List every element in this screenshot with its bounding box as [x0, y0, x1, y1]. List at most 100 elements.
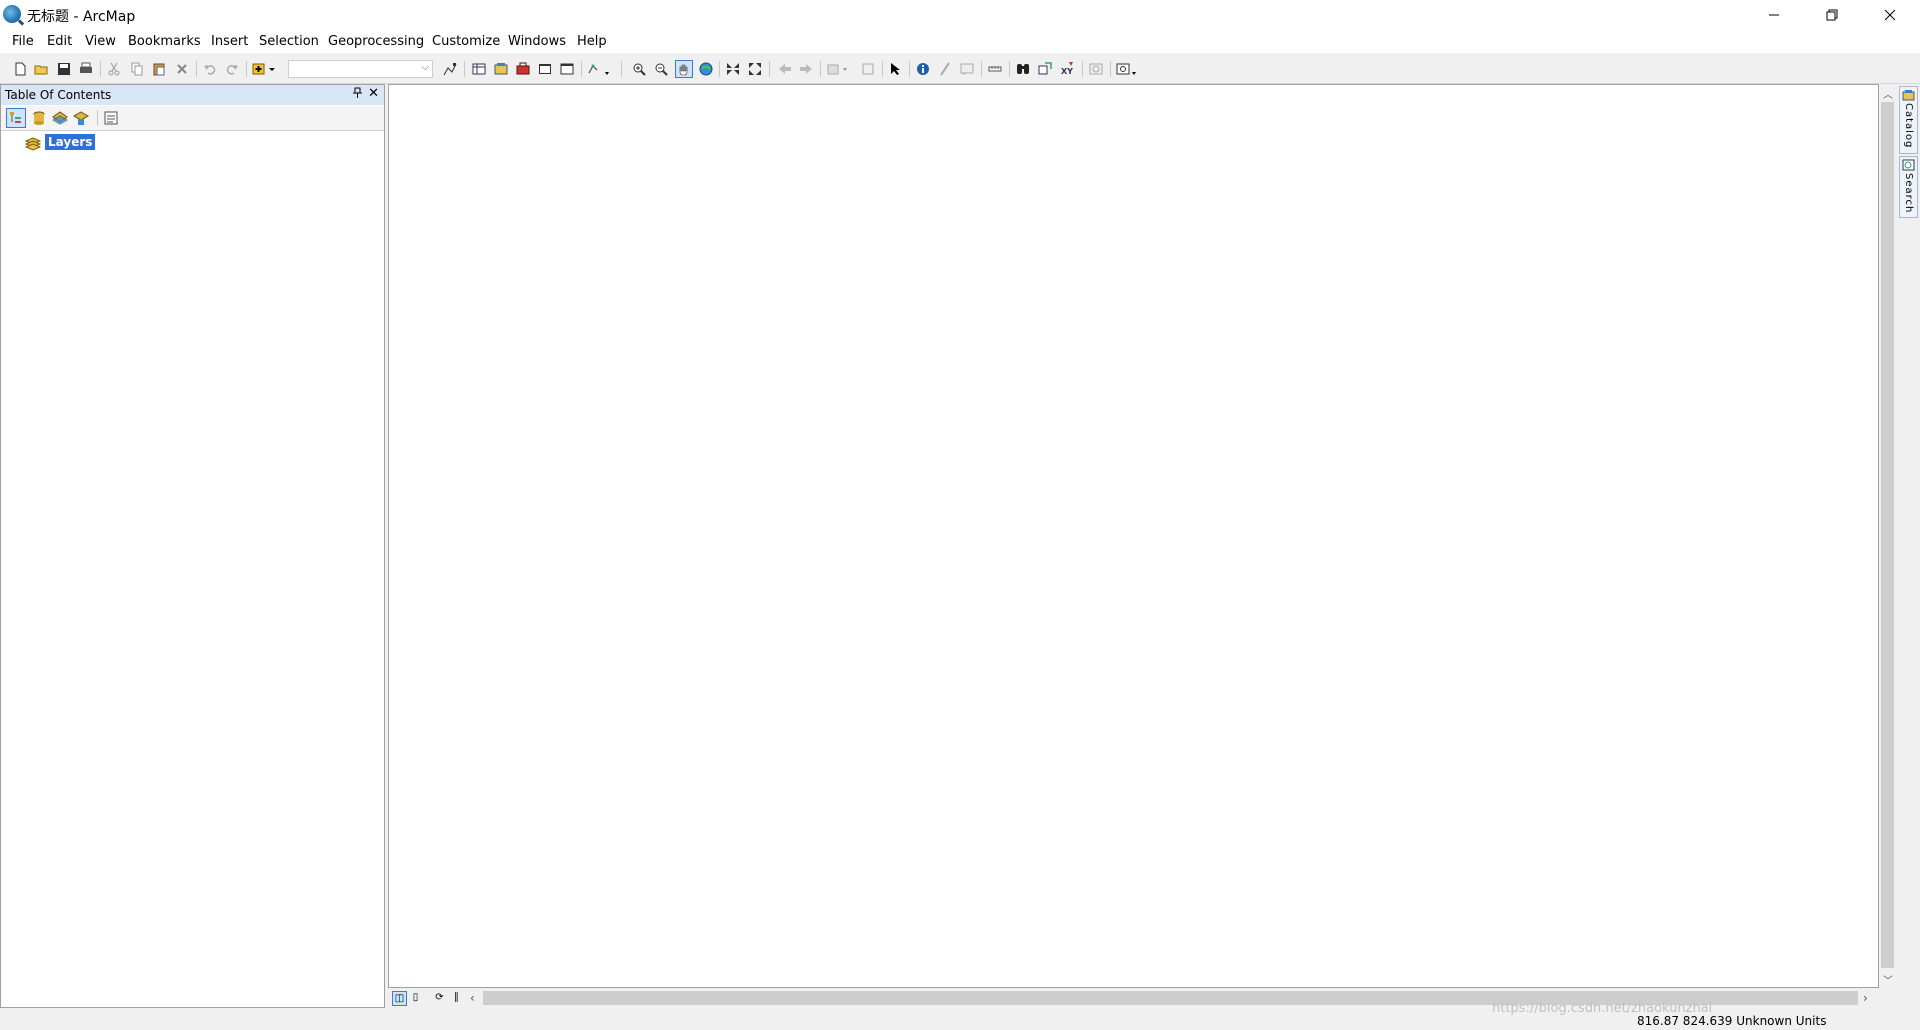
catalog-tab[interactable]: Catalog: [1899, 86, 1918, 154]
data-view-icon[interactable]: ◫: [392, 991, 407, 1006]
print-icon[interactable]: [79, 62, 93, 76]
list-by-visibility-icon[interactable]: [52, 110, 68, 126]
search-icon: [1902, 159, 1915, 171]
find-route-icon[interactable]: [1038, 62, 1052, 76]
add-data-icon[interactable]: [252, 62, 278, 76]
scroll-down-icon[interactable]: ﹀: [1883, 972, 1893, 987]
toolbar-separator: [464, 61, 465, 77]
svg-text:XY: XY: [1061, 67, 1073, 76]
identify-icon[interactable]: [916, 62, 930, 76]
menu-geoprocessing[interactable]: Geoprocessing: [328, 34, 424, 49]
toolbar-separator: [981, 61, 982, 77]
html-popup-icon[interactable]: [960, 62, 974, 76]
search-tab-label: Search: [1903, 173, 1914, 214]
restore-icon: [1826, 9, 1838, 21]
scroll-up-icon[interactable]: ︿: [1883, 86, 1893, 101]
pin-icon[interactable]: [353, 87, 362, 101]
title-bar: 无标题 - ArcMap: [0, 0, 1920, 30]
list-by-source-icon[interactable]: [31, 110, 47, 126]
side-dock-tabs: Catalog Search: [1899, 86, 1919, 220]
open-icon[interactable]: [34, 62, 48, 76]
list-by-selection-icon[interactable]: [73, 110, 89, 126]
find-icon[interactable]: [1016, 62, 1030, 76]
map-display[interactable]: [388, 84, 1879, 988]
toc-toolbar: [1, 106, 384, 131]
menu-windows[interactable]: Windows: [508, 34, 566, 49]
editor-toolbar-dropdown-icon[interactable]: [588, 62, 612, 76]
menu-insert[interactable]: Insert: [211, 34, 248, 49]
restore-button[interactable]: [1803, 0, 1861, 30]
vertical-scroll-thumb[interactable]: [1881, 102, 1894, 968]
minimize-icon: [1769, 14, 1779, 16]
full-extent-icon[interactable]: [699, 62, 713, 76]
editor-icon[interactable]: [443, 62, 457, 76]
python-icon[interactable]: [538, 62, 552, 76]
time-slider-icon[interactable]: [1089, 62, 1103, 76]
search-tab[interactable]: Search: [1899, 156, 1918, 218]
undo-icon[interactable]: [203, 62, 217, 76]
arcmap-globe-icon: [3, 5, 21, 23]
select-elements-icon[interactable]: [889, 62, 903, 76]
list-by-drawing-order-icon[interactable]: [6, 108, 26, 128]
paste-icon[interactable]: [152, 62, 166, 76]
pause-drawing-icon[interactable]: ∥: [450, 991, 463, 1004]
pan-icon[interactable]: [675, 60, 693, 78]
zoom-out-icon[interactable]: [654, 62, 668, 76]
delete-icon[interactable]: [175, 62, 189, 76]
table-icon[interactable]: [472, 62, 486, 76]
minimize-button[interactable]: [1745, 0, 1803, 30]
layers-label[interactable]: Layers: [45, 134, 96, 150]
toolbar-separator: [769, 61, 770, 77]
menu-view[interactable]: View: [85, 34, 116, 49]
close-button[interactable]: [1861, 0, 1919, 30]
arccatalog-icon[interactable]: [494, 62, 508, 76]
model-icon[interactable]: [560, 62, 574, 76]
standard-toolbar: ⌵ XY: [0, 55, 1920, 84]
scale-combo[interactable]: ⌵: [288, 60, 433, 78]
refresh-view-icon[interactable]: ⟳: [433, 991, 446, 1004]
save-icon[interactable]: [57, 62, 71, 76]
toc-close-icon[interactable]: ✕: [368, 86, 379, 101]
menu-selection[interactable]: Selection: [259, 34, 319, 49]
back-extent-icon[interactable]: [778, 62, 792, 76]
menu-file[interactable]: File: [12, 34, 34, 49]
zoom-in-icon[interactable]: [632, 62, 646, 76]
viewer-icon[interactable]: [1116, 62, 1140, 76]
toolbar-separator: [97, 110, 98, 126]
clear-selection-icon[interactable]: [861, 62, 875, 76]
menu-customize[interactable]: Customize: [432, 34, 500, 49]
scroll-left-icon[interactable]: ‹: [470, 991, 475, 1005]
forward-extent-icon[interactable]: [799, 62, 813, 76]
measure-icon[interactable]: [988, 62, 1002, 76]
select-features-icon[interactable]: [827, 62, 851, 76]
chevron-down-icon: ⌵: [421, 62, 429, 73]
toc-header: Table Of Contents ✕: [1, 85, 384, 105]
toolbar-separator: [820, 61, 821, 77]
fixed-zoom-in-icon[interactable]: [726, 62, 740, 76]
menu-bookmarks[interactable]: Bookmarks: [128, 34, 201, 49]
toolbar-separator: [1110, 61, 1111, 77]
hyperlink-icon[interactable]: [938, 62, 952, 76]
options-icon[interactable]: [103, 110, 119, 126]
arctoolbox-icon[interactable]: [516, 62, 530, 76]
toc-title: Table Of Contents: [5, 88, 112, 102]
fixed-zoom-out-icon[interactable]: [748, 62, 762, 76]
layout-view-icon[interactable]: ▯: [409, 991, 422, 1004]
toolbar-separator: [882, 61, 883, 77]
toolbar-separator: [621, 61, 622, 77]
menu-help[interactable]: Help: [577, 34, 607, 49]
catalog-tab-label: Catalog: [1903, 103, 1914, 149]
redo-icon[interactable]: [225, 62, 239, 76]
menu-edit[interactable]: Edit: [47, 34, 72, 49]
watermark-text: https://blog.csdn.net/zhaokunzhai: [1492, 1001, 1713, 1016]
window-title: 无标题 - ArcMap: [27, 9, 136, 25]
toolbar-separator: [719, 61, 720, 77]
toolbar-separator: [196, 61, 197, 77]
toolbar-separator: [246, 61, 247, 77]
copy-icon[interactable]: [130, 62, 144, 76]
cut-icon[interactable]: [107, 62, 121, 76]
catalog-icon: [1902, 90, 1915, 101]
go-to-xy-icon[interactable]: XY: [1060, 62, 1074, 76]
scroll-right-icon[interactable]: ›: [1863, 991, 1868, 1005]
new-document-icon[interactable]: [13, 62, 27, 76]
